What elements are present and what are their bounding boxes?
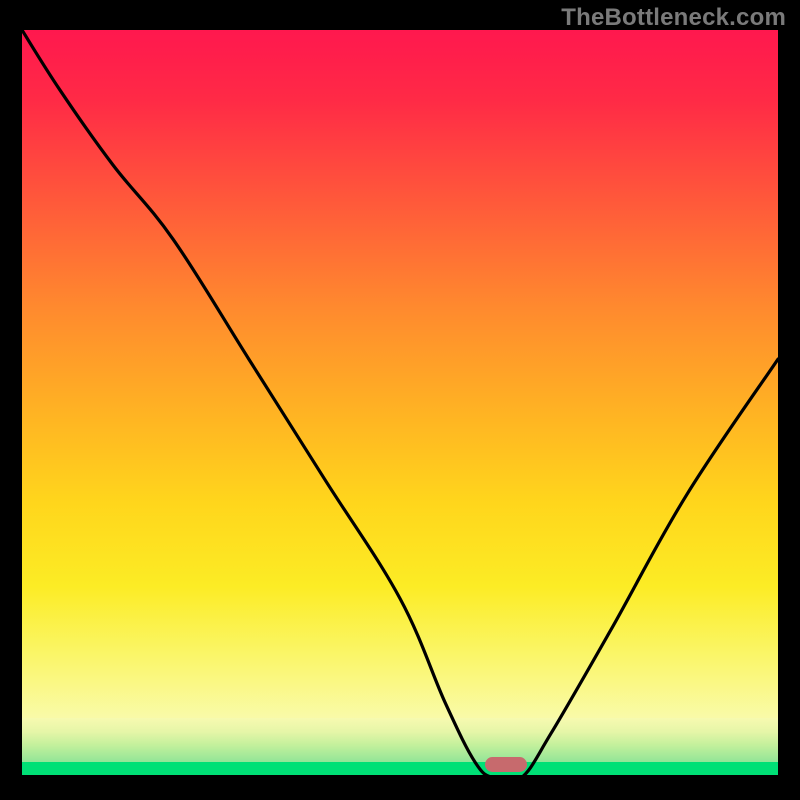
plot-area <box>22 30 778 778</box>
bottleneck-curve <box>22 30 778 778</box>
watermark-text: TheBottleneck.com <box>561 4 786 32</box>
optimal-point-marker <box>485 757 527 772</box>
chart-canvas: TheBottleneck.com <box>0 0 800 800</box>
plot-bottom-edge <box>22 775 778 778</box>
